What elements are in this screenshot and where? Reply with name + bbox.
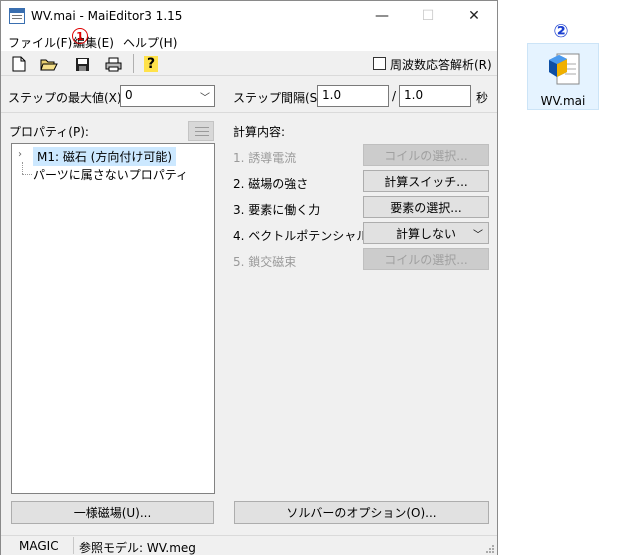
calc-item-vector-potential: 4. ベクトルポテンシャル bbox=[233, 229, 369, 243]
minimize-button[interactable]: — bbox=[359, 1, 405, 31]
title-bar[interactable]: WV.mai - MaiEditor3 1.15 — ☐ ✕ bbox=[1, 1, 497, 31]
coil-select-button-2[interactable]: コイルの選択... bbox=[363, 248, 489, 270]
menu-help[interactable]: ヘルプ(H) bbox=[123, 34, 177, 51]
step-interval-denominator-input[interactable]: 1.0 bbox=[399, 85, 471, 107]
new-file-icon bbox=[12, 56, 26, 72]
save-icon bbox=[75, 57, 89, 71]
properties-label: プロパティ(P): bbox=[9, 125, 89, 139]
max-steps-value: 0 bbox=[125, 88, 133, 102]
chevron-right-icon[interactable]: › bbox=[18, 149, 22, 160]
new-file-button[interactable] bbox=[8, 54, 30, 74]
calc-item-element-force: 3. 要素に働く力 bbox=[233, 203, 321, 217]
app-window: WV.mai - MaiEditor3 1.15 — ☐ ✕ ファイル(F) 編… bbox=[0, 0, 498, 555]
annotation-marker-1: 1 bbox=[72, 28, 88, 44]
app-icon bbox=[9, 8, 25, 24]
step-interval-denominator-value: 1.0 bbox=[404, 88, 424, 102]
uniform-field-button[interactable]: 一様磁場(U)... bbox=[11, 501, 214, 524]
annotation-marker-2: ② bbox=[553, 20, 569, 42]
tree-connector bbox=[22, 174, 32, 175]
resize-grip-icon[interactable] bbox=[485, 544, 495, 554]
toolbar-separator bbox=[133, 54, 134, 73]
print-button[interactable] bbox=[102, 54, 124, 74]
step-interval-label: ステップ間隔(S): bbox=[233, 91, 327, 105]
help-button[interactable]: ? bbox=[140, 54, 162, 74]
print-icon bbox=[105, 57, 121, 71]
desktop-file-label: WV.mai bbox=[540, 94, 586, 108]
chevron-down-icon: ﹀ bbox=[200, 93, 210, 104]
close-button[interactable]: ✕ bbox=[451, 1, 497, 31]
properties-tree[interactable]: › M1: 磁石 (方向付け可能) パーツに属さないプロパティ bbox=[11, 143, 215, 494]
close-icon: ✕ bbox=[468, 8, 480, 24]
open-folder-icon bbox=[40, 59, 58, 70]
max-steps-label: ステップの最大値(X): bbox=[8, 91, 126, 105]
status-separator bbox=[73, 537, 74, 554]
vector-potential-select[interactable]: 計算しない ﹀ bbox=[363, 222, 489, 244]
harmonic-analysis-label: 周波数応答解析(R) bbox=[390, 58, 492, 72]
calc-item-induced-current: 1. 誘導電流 bbox=[233, 151, 297, 165]
minimize-icon: — bbox=[375, 8, 389, 24]
mai-file-icon bbox=[549, 53, 580, 85]
tree-connector bbox=[22, 162, 23, 174]
element-select-button[interactable]: 要素の選択... bbox=[363, 196, 489, 218]
tree-node-magnet[interactable]: M1: 磁石 (方向付け可能) bbox=[33, 147, 177, 166]
calc-label: 計算内容: bbox=[233, 125, 286, 139]
status-bar bbox=[1, 535, 497, 555]
menu-file[interactable]: ファイル(F) bbox=[8, 34, 72, 51]
status-solver: MAGIC bbox=[19, 539, 59, 553]
maximize-button[interactable]: ☐ bbox=[405, 1, 451, 31]
harmonic-analysis-checkbox[interactable] bbox=[373, 57, 386, 70]
step-interval-unit: 秒 bbox=[476, 91, 489, 105]
solver-options-button[interactable]: ソルバーのオプション(O)... bbox=[234, 501, 489, 524]
calc-switch-button[interactable]: 計算スイッチ... bbox=[363, 170, 489, 192]
step-interval-separator: / bbox=[392, 89, 397, 103]
step-interval-numerator-input[interactable]: 1.0 bbox=[317, 85, 389, 107]
tree-node-unassigned[interactable]: パーツに属さないプロパティ bbox=[33, 166, 188, 183]
save-button[interactable] bbox=[71, 54, 93, 74]
maximize-icon: ☐ bbox=[421, 8, 435, 24]
chevron-down-icon: ﹀ bbox=[473, 230, 483, 241]
help-icon: ? bbox=[143, 56, 159, 72]
calc-item-flux-linkage: 5. 鎖交磁束 bbox=[233, 255, 297, 269]
open-button[interactable] bbox=[38, 54, 60, 74]
properties-list-button[interactable] bbox=[188, 121, 214, 141]
status-reference-model: 参照モデル: WV.meg bbox=[79, 541, 196, 555]
calc-item-field-strength: 2. 磁場の強さ bbox=[233, 177, 309, 191]
steps-row: ステップの最大値(X): 0 ﹀ ステップ間隔(S): 1.0 / 1.0 秒 bbox=[1, 79, 497, 113]
max-steps-select[interactable]: 0 ﹀ bbox=[120, 85, 215, 107]
window-title: WV.mai - MaiEditor3 1.15 bbox=[31, 9, 183, 23]
step-interval-numerator-value: 1.0 bbox=[322, 88, 342, 102]
coil-select-button-1[interactable]: コイルの選択... bbox=[363, 144, 489, 166]
vector-potential-value: 計算しない bbox=[395, 226, 456, 241]
